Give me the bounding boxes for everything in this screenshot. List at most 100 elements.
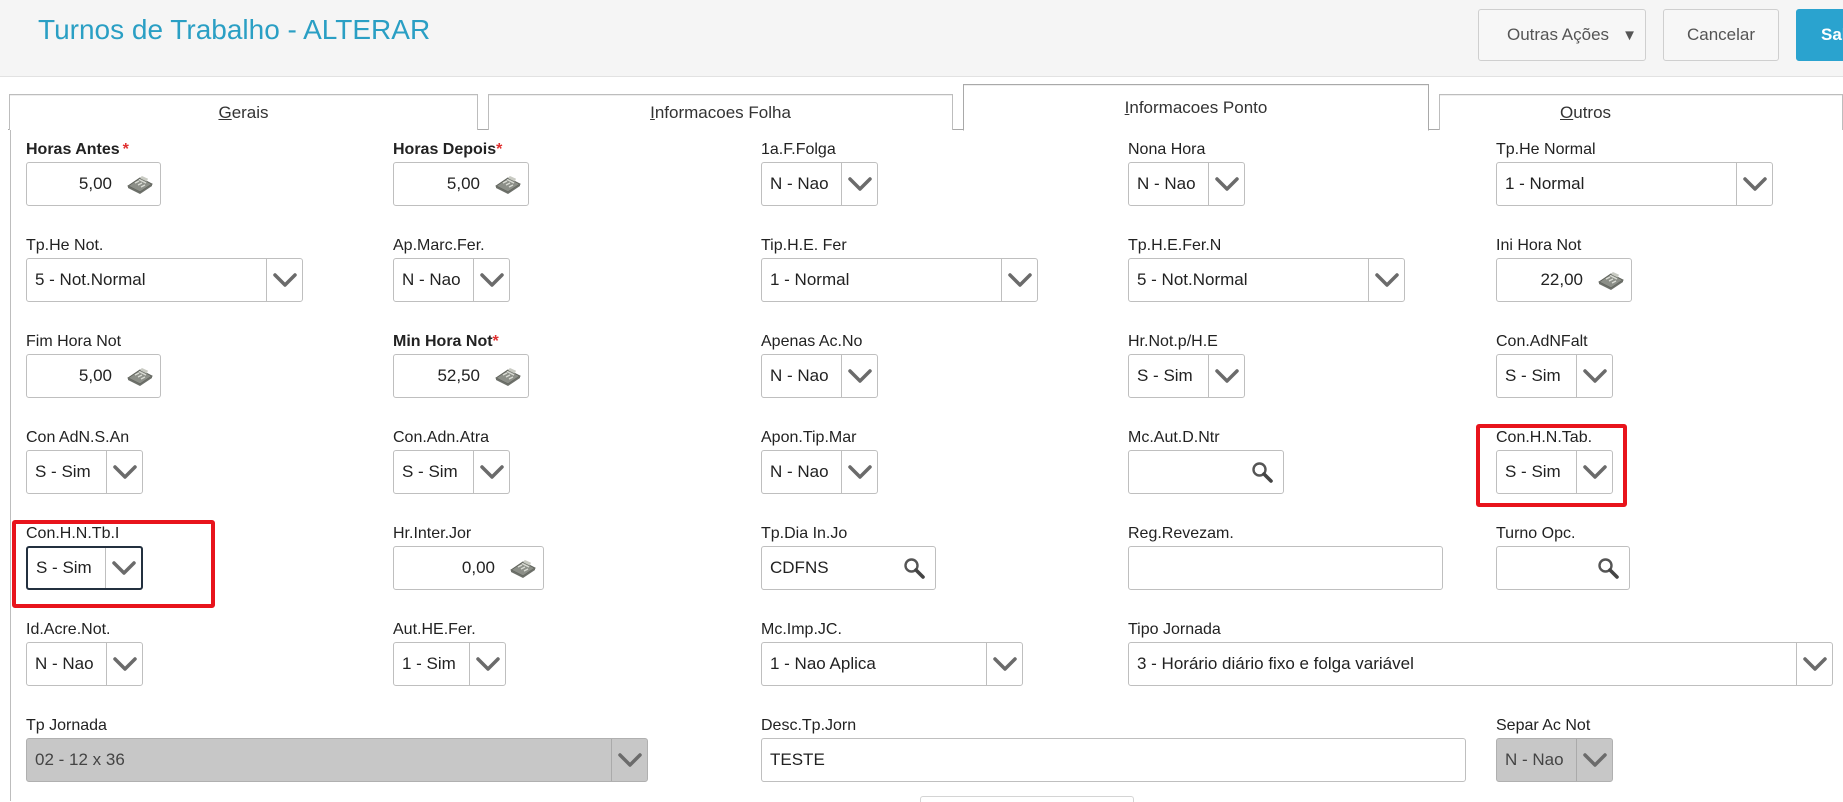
reg-revezam-input[interactable] bbox=[1128, 546, 1443, 590]
chevron-down-icon[interactable] bbox=[611, 739, 647, 781]
id-acre-not-select[interactable]: N - Nao bbox=[26, 642, 143, 686]
required-marker: * bbox=[122, 141, 129, 158]
field-con-adn-s-an: Con AdN.S.An S - Sim bbox=[26, 428, 143, 494]
primeira-folga-select[interactable]: N - Nao bbox=[761, 162, 878, 206]
field-min-hora-not: Min Hora Not* 52,50 bbox=[393, 332, 529, 398]
nona-hora-select[interactable]: N - Nao bbox=[1128, 162, 1245, 206]
chevron-down-icon[interactable] bbox=[1576, 451, 1612, 493]
tp-dia-in-jo-input[interactable]: CDFNS bbox=[761, 546, 936, 590]
field-horas-antes: Horas Antes * 5,00 bbox=[26, 140, 161, 206]
desc-tp-jorn-label: Desc.Tp.Jorn bbox=[761, 717, 857, 734]
tp-he-fer-n-select[interactable]: 5 - Not.Normal bbox=[1128, 258, 1405, 302]
chevron-down-icon[interactable] bbox=[1208, 355, 1244, 397]
chevron-down-icon[interactable] bbox=[473, 259, 509, 301]
min-hora-not-label: Min Hora Not bbox=[393, 333, 493, 350]
field-ini-hora-not: Ini Hora Not 22,00 bbox=[1496, 236, 1632, 302]
chevron-down-icon[interactable] bbox=[841, 163, 877, 205]
chevron-down-icon[interactable] bbox=[986, 643, 1022, 685]
aut-he-fer-select[interactable]: 1 - Sim bbox=[393, 642, 506, 686]
mc-aut-d-ntr-input[interactable] bbox=[1128, 450, 1284, 494]
con-hn-tb-i-select[interactable]: S - Sim bbox=[26, 546, 143, 590]
con-hn-tab-select[interactable]: S - Sim bbox=[1496, 450, 1613, 494]
field-turno-opc: Turno Opc. bbox=[1496, 524, 1630, 590]
nona-hora-label: Nona Hora bbox=[1128, 141, 1206, 158]
calculator-icon[interactable] bbox=[494, 366, 522, 386]
separ-ac-not-label: Separ Ac Not bbox=[1496, 717, 1591, 734]
chevron-down-icon[interactable] bbox=[473, 451, 509, 493]
hr-inter-jor-input[interactable]: 0,00 bbox=[393, 546, 544, 590]
tp-jornada-select[interactable]: 02 - 12 x 36 bbox=[26, 738, 648, 782]
chevron-down-icon[interactable] bbox=[1208, 163, 1244, 205]
bottom-scroll-edge bbox=[920, 796, 1134, 802]
chevron-down-icon[interactable] bbox=[106, 451, 142, 493]
tab-informacoes-folha[interactable]: Informacoes Folha bbox=[488, 94, 953, 130]
calculator-icon[interactable] bbox=[126, 174, 154, 194]
chevron-down-icon[interactable] bbox=[1001, 259, 1037, 301]
ini-hora-not-input[interactable]: 22,00 bbox=[1496, 258, 1632, 302]
search-icon[interactable] bbox=[1597, 557, 1619, 579]
tab-bar: Gerais Informacoes Folha Informacoes Pon… bbox=[0, 77, 1843, 131]
tip-he-fer-select[interactable]: 1 - Normal bbox=[761, 258, 1038, 302]
con-adn-atra-select[interactable]: S - Sim bbox=[393, 450, 510, 494]
horas-antes-label: Horas Antes bbox=[26, 141, 120, 158]
desc-tp-jorn-input[interactable]: TESTE bbox=[761, 738, 1466, 782]
field-mc-imp-jc: Mc.Imp.JC. 1 - Nao Aplica bbox=[761, 620, 1023, 686]
chevron-down-icon[interactable] bbox=[1576, 355, 1612, 397]
fim-hora-not-input[interactable]: 5,00 bbox=[26, 354, 161, 398]
chevron-down-icon[interactable] bbox=[266, 259, 302, 301]
calculator-icon[interactable] bbox=[126, 366, 154, 386]
search-icon[interactable] bbox=[1251, 461, 1273, 483]
chevron-down-icon[interactable] bbox=[105, 548, 141, 588]
con-hn-tb-i-label: Con.H.N.Tb.I bbox=[26, 525, 120, 542]
aut-he-fer-label: Aut.HE.Fer. bbox=[393, 621, 476, 638]
field-aut-he-fer: Aut.HE.Fer. 1 - Sim bbox=[393, 620, 506, 686]
turno-opc-input[interactable] bbox=[1496, 546, 1630, 590]
chevron-down-icon[interactable] bbox=[1736, 163, 1772, 205]
tab-informacoes-ponto[interactable]: Informacoes Ponto bbox=[963, 84, 1429, 131]
chevron-down-icon[interactable] bbox=[1576, 739, 1612, 781]
separ-ac-not-select[interactable]: N - Nao bbox=[1496, 738, 1613, 782]
apon-tip-mar-label: Apon.Tip.Mar bbox=[761, 429, 857, 446]
calculator-icon[interactable] bbox=[1597, 270, 1625, 290]
tp-he-normal-select[interactable]: 1 - Normal bbox=[1496, 162, 1773, 206]
calculator-icon[interactable] bbox=[509, 558, 537, 578]
field-apenas-ac-no: Apenas Ac.No N - Nao bbox=[761, 332, 878, 398]
ap-marc-fer-select[interactable]: N - Nao bbox=[393, 258, 510, 302]
field-tp-he-not: Tp.He Not. 5 - Not.Normal bbox=[26, 236, 303, 302]
apenas-ac-no-label: Apenas Ac.No bbox=[761, 333, 863, 350]
hr-not-p-he-select[interactable]: S - Sim bbox=[1128, 354, 1245, 398]
chevron-down-icon[interactable] bbox=[1368, 259, 1404, 301]
chevron-down-icon[interactable] bbox=[469, 643, 505, 685]
cancel-button[interactable]: Cancelar bbox=[1663, 9, 1779, 61]
tab-gerais[interactable]: Gerais bbox=[9, 94, 478, 130]
apenas-ac-no-select[interactable]: N - Nao bbox=[761, 354, 878, 398]
chevron-down-icon[interactable] bbox=[841, 355, 877, 397]
con-adn-s-an-label: Con AdN.S.An bbox=[26, 429, 130, 446]
chevron-down-icon[interactable] bbox=[841, 451, 877, 493]
field-tp-he-normal: Tp.He Normal 1 - Normal bbox=[1496, 140, 1773, 206]
tipo-jornada-select[interactable]: 3 - Horário diário fixo e folga variável bbox=[1128, 642, 1833, 686]
chevron-down-icon[interactable] bbox=[1796, 643, 1832, 685]
primeira-folga-label: 1a.F.Folga bbox=[761, 141, 836, 158]
mc-aut-d-ntr-label: Mc.Aut.D.Ntr bbox=[1128, 429, 1220, 446]
apon-tip-mar-select[interactable]: N - Nao bbox=[761, 450, 878, 494]
save-button[interactable]: Sal bbox=[1796, 9, 1843, 61]
chevron-down-icon[interactable] bbox=[106, 643, 142, 685]
min-hora-not-input[interactable]: 52,50 bbox=[393, 354, 529, 398]
horas-depois-input[interactable]: 5,00 bbox=[393, 162, 529, 206]
field-hr-inter-jor: Hr.Inter.Jor 0,00 bbox=[393, 524, 544, 590]
con-adn-s-an-select[interactable]: S - Sim bbox=[26, 450, 143, 494]
search-icon[interactable] bbox=[903, 557, 925, 579]
mc-imp-jc-select[interactable]: 1 - Nao Aplica bbox=[761, 642, 1023, 686]
con-adn-atra-label: Con.Adn.Atra bbox=[393, 429, 490, 446]
tab-outros[interactable]: Outros bbox=[1439, 94, 1843, 130]
field-separ-ac-not: Separ Ac Not N - Nao bbox=[1496, 716, 1613, 782]
con-adnfalt-select[interactable]: S - Sim bbox=[1496, 354, 1613, 398]
more-actions-button[interactable]: Outras Ações ▼ bbox=[1478, 9, 1646, 61]
reg-revezam-label: Reg.Revezam. bbox=[1128, 525, 1234, 542]
field-con-hn-tb-i: Con.H.N.Tb.I S - Sim bbox=[26, 524, 143, 590]
calculator-icon[interactable] bbox=[494, 174, 522, 194]
tp-he-not-select[interactable]: 5 - Not.Normal bbox=[26, 258, 303, 302]
horas-antes-input[interactable]: 5,00 bbox=[26, 162, 161, 206]
field-tp-dia-in-jo: Tp.Dia In.Jo CDFNS bbox=[761, 524, 936, 590]
